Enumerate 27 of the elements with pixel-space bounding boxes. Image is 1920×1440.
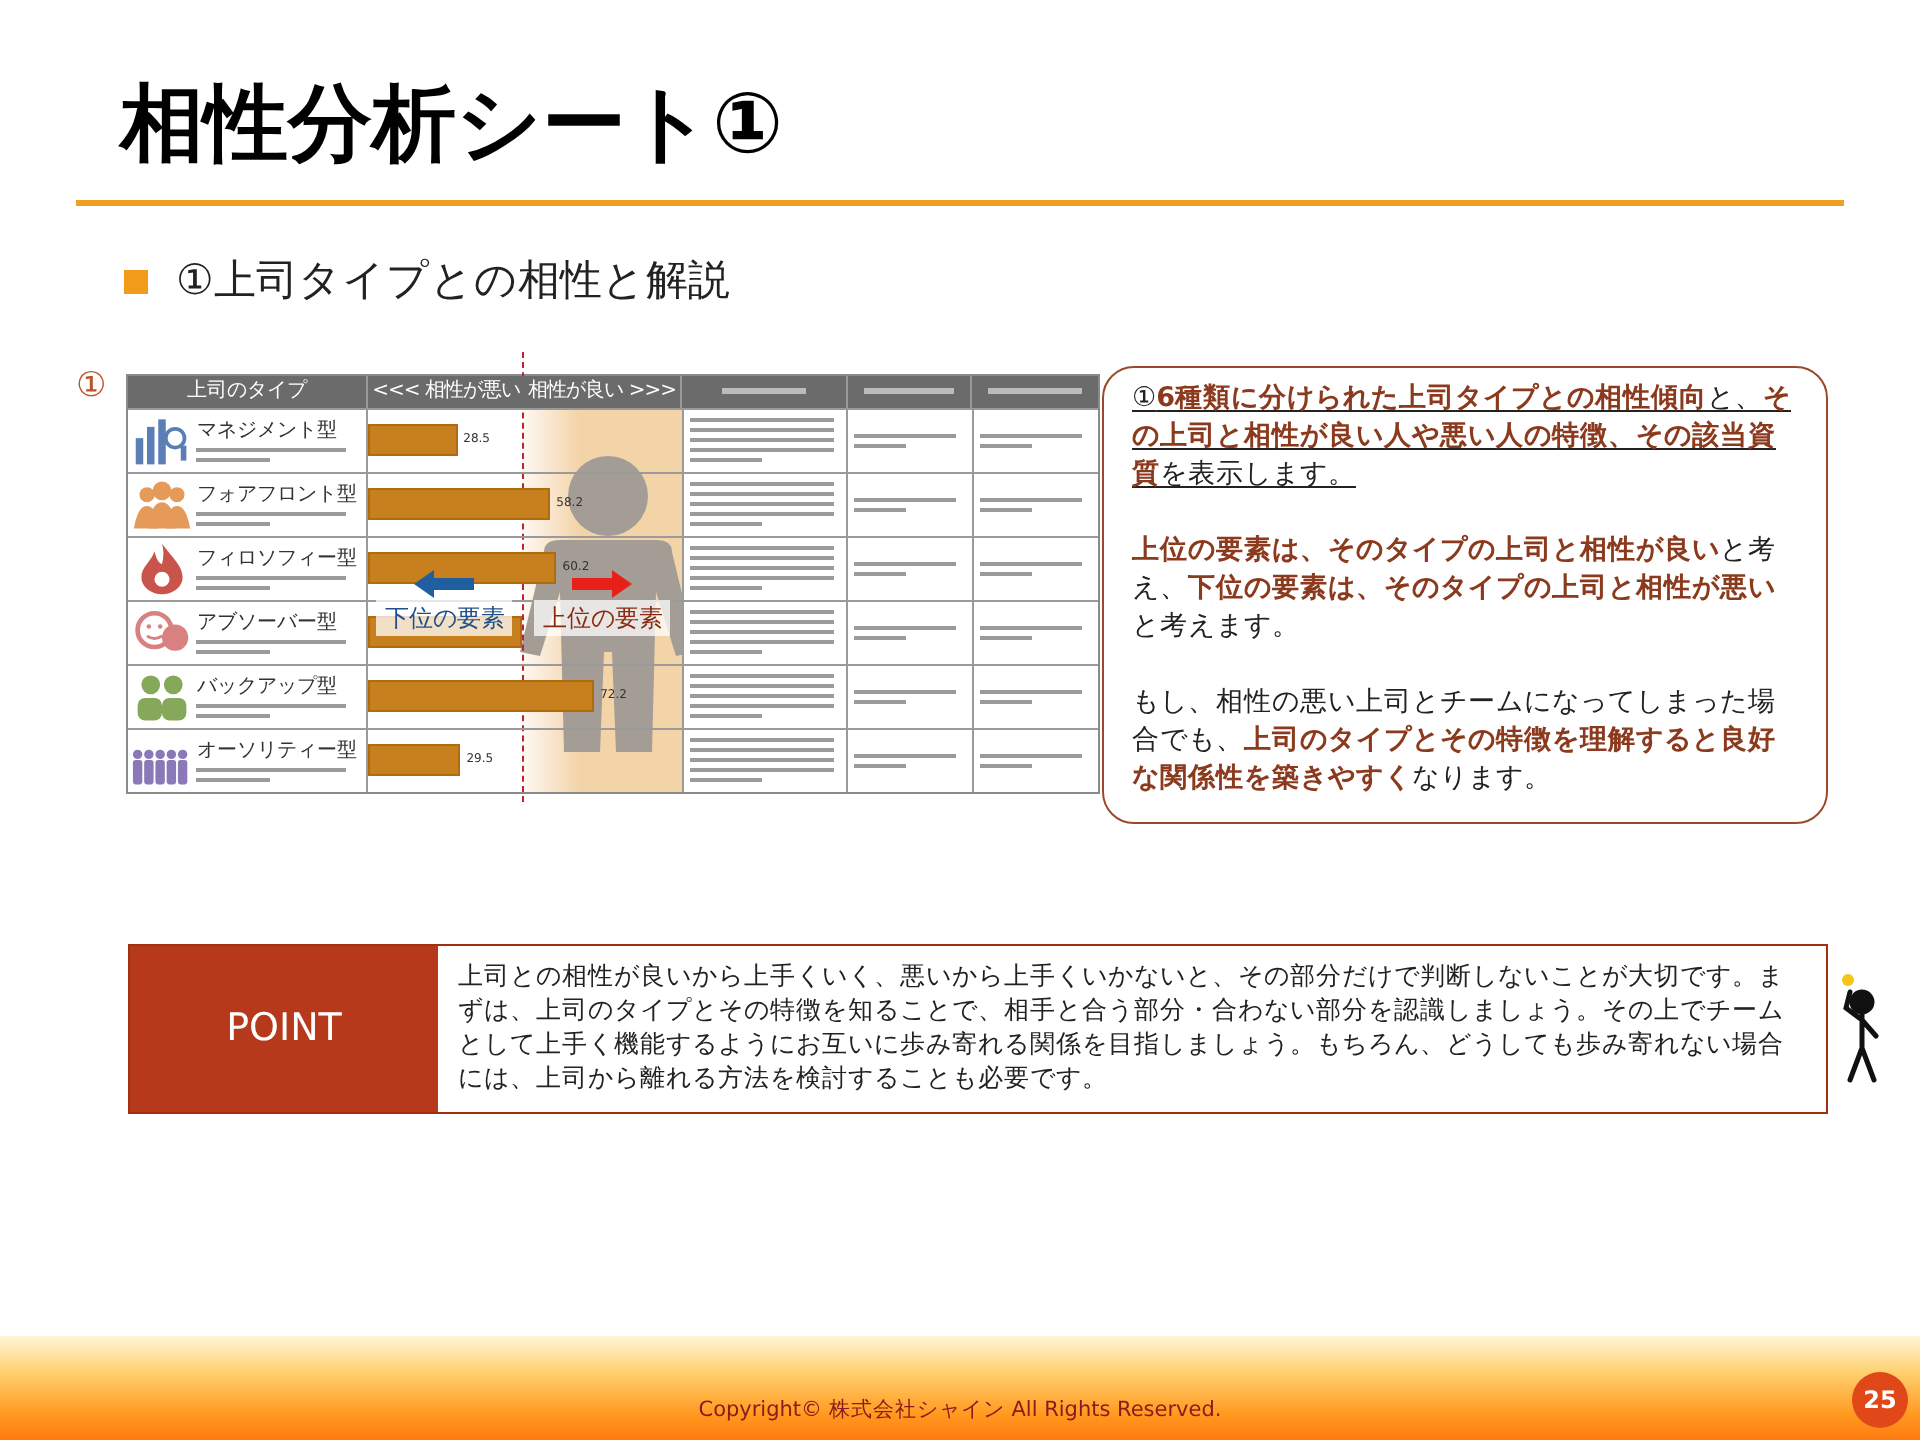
column-header: 相性が良い >>> (524, 375, 682, 407)
slide-title: 相性分析シート① (120, 72, 786, 176)
type-name: アブソーバー型 (196, 611, 339, 633)
type-name: フォアフロント型 (196, 483, 359, 505)
blurred-header-drawing (721, 388, 806, 394)
lower-element-label: 下位の要素 (376, 599, 513, 635)
explanation-paragraph: もし、相性の悪い上司とチームになってしまった場合でも、上司のタイプとその特徴を理解すると良好な関係性を築きやすくなります。 (1132, 683, 1778, 797)
point-text: 上司との相性が良いから上手くいく、悪いから上手くいかないと、その部分だけで判断しないことが大切です。まずは、上司のタイプとその特徴を知ることで、相手と合う部分・合わない部分を認識しましょう。その上でチームとして上手く機能するようにお互いに歩み寄れる関係を目指しましょう。もちろん、どうしても歩み寄れない場合には、上司から離れる方法を検討することも必要です。 (456, 957, 1786, 1095)
column-header: 上司のタイプ (128, 375, 368, 407)
blurred-header-drawing (863, 388, 955, 394)
page-number: 25 (1852, 1372, 1908, 1428)
type-name: バックアップ型 (196, 675, 339, 697)
copyright-text: Copyright© 株式会社シャイン All Rights Reserved. (698, 1396, 1222, 1427)
right-arrow-icon (568, 567, 637, 599)
explanation-paragraph: ①6種類に分けられた上司タイプとの相性傾向と、その上司と相性が良い人や悪い人の特徴、その該当資質を表示します。 (1132, 379, 1794, 493)
blurred-header-drawing (988, 388, 1083, 394)
type-name: マネジメント型 (196, 419, 339, 441)
section-heading: ①上司タイプとの相性と解説 (176, 254, 730, 308)
column-header: <<< 相性が悪い (370, 377, 522, 405)
upper-element-label: 上位の要素 (534, 599, 671, 635)
type-name: オーソリティー型 (196, 739, 359, 761)
explanation-paragraph: 上位の要素は、そのタイプの上司と相性が良いと考え、下位の要素は、そのタイプの上司と相性が悪いと考えます。 (1132, 531, 1778, 645)
point-label: POINT (130, 945, 438, 1111)
figure-number: ① (76, 369, 107, 403)
bullet-square-icon (124, 269, 148, 294)
type-name: フィロソフィー型 (196, 547, 359, 569)
left-arrow-icon (410, 567, 479, 599)
